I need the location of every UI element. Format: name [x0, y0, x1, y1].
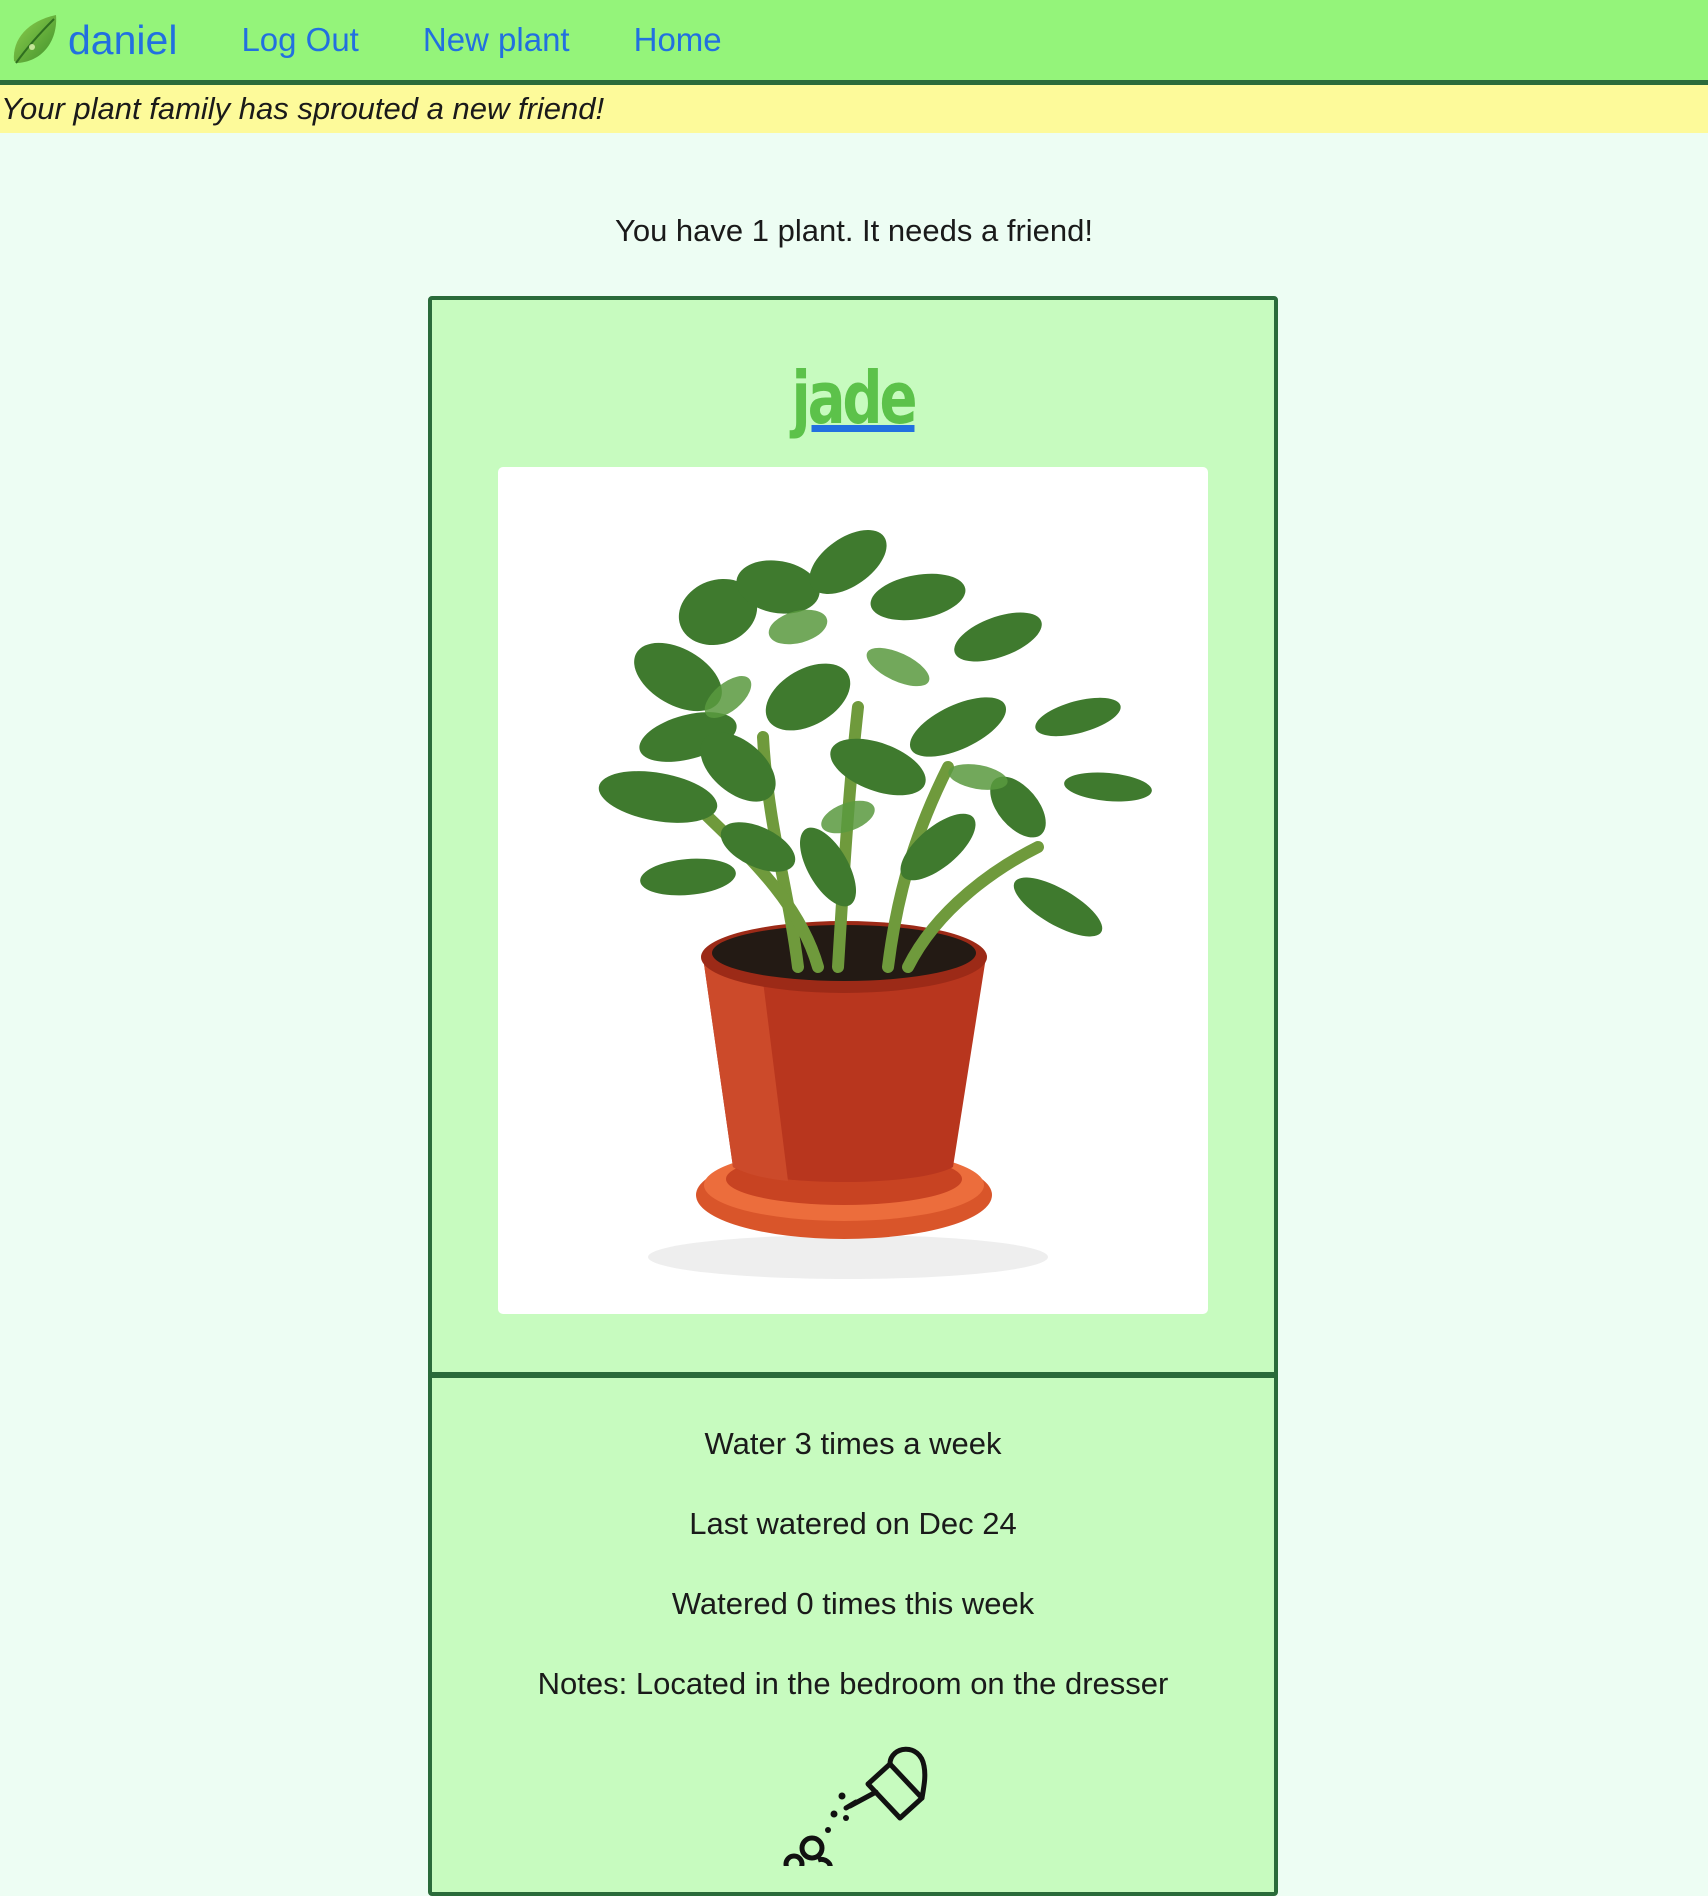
user-profile-link[interactable]: daniel: [10, 11, 177, 69]
last-watered: Last watered on Dec 24: [689, 1506, 1017, 1541]
home-link[interactable]: Home: [634, 21, 722, 59]
plant-photo: [498, 467, 1208, 1314]
water-schedule: Water 3 times a week: [704, 1426, 1002, 1461]
plant-count-summary: You have 1 plant. It needs a friend!: [615, 213, 1093, 248]
plant-card-header: jade: [432, 300, 1274, 1378]
username-label: daniel: [68, 16, 178, 63]
flash-message: Your plant family has sprouted a new fri…: [0, 85, 1708, 133]
logout-link[interactable]: Log Out: [241, 21, 358, 59]
leaf-icon: [13, 15, 57, 64]
watering-can-icon[interactable]: [772, 1736, 942, 1866]
new-plant-link[interactable]: New plant: [423, 21, 570, 59]
plant-card: jade Water 3 times a week Last watered o…: [428, 296, 1278, 1896]
plant-details: Water 3 times a week Last watered on Dec…: [432, 1378, 1274, 1724]
jade-plant-image: [598, 530, 1152, 1279]
plant-name-link[interactable]: jade: [525, 356, 1182, 440]
plant-notes: Notes: Located in the bedroom on the dre…: [537, 1666, 1169, 1701]
watered-this-week: Watered 0 times this week: [671, 1586, 1035, 1621]
top-navbar: daniel Log Out New plant Home: [0, 0, 1708, 85]
